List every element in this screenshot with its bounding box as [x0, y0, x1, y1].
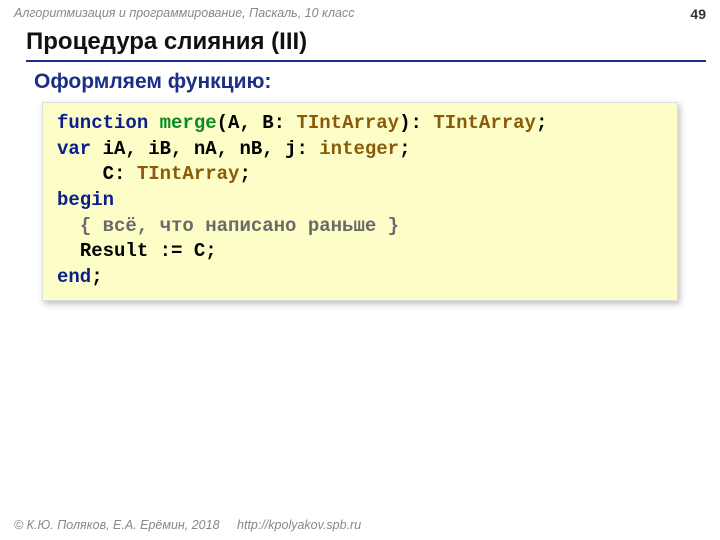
- course-label: Алгоритмизация и программирование, Паска…: [14, 6, 354, 20]
- semi-2: ;: [399, 138, 410, 160]
- code-block: function merge(A, B: TIntArray): TIntArr…: [42, 102, 678, 301]
- kw-end: end: [57, 266, 91, 288]
- slide-subtitle: Оформляем функцию:: [34, 70, 271, 94]
- type-integer: integer: [319, 138, 399, 160]
- kw-var: var: [57, 138, 91, 160]
- page-number: 49: [690, 6, 706, 22]
- type-param: TIntArray: [296, 112, 399, 134]
- var-list: iA, iB, nA, nB, j:: [91, 138, 319, 160]
- footer-link: http://kpolyakov.spb.ru: [237, 518, 361, 532]
- footer-copyright: © К.Ю. Поляков, Е.А. Ерёмин, 2018: [14, 518, 220, 532]
- indent-l5: [57, 215, 80, 237]
- footer: © К.Ю. Поляков, Е.А. Ерёмин, 2018 http:/…: [14, 518, 361, 532]
- var-c: C:: [103, 163, 137, 185]
- semi-end: ;: [91, 266, 102, 288]
- sig-open: (A, B:: [217, 112, 297, 134]
- semi-1: ;: [536, 112, 547, 134]
- semi-3: ;: [239, 163, 250, 185]
- kw-begin: begin: [57, 189, 114, 211]
- header-bar: Алгоритмизация и программирование, Паска…: [14, 6, 706, 22]
- fn-merge: merge: [160, 112, 217, 134]
- sig-close: ):: [399, 112, 433, 134]
- indent-l6: [57, 240, 80, 262]
- type-return: TIntArray: [433, 112, 536, 134]
- slide-title: Процедура слияния (III): [26, 28, 706, 62]
- comment-body: { всё, что написано раньше }: [80, 215, 399, 237]
- stmt-result: Result := C;: [80, 240, 217, 262]
- indent-l3: [57, 163, 103, 185]
- type-c: TIntArray: [137, 163, 240, 185]
- slide: Алгоритмизация и программирование, Паска…: [0, 0, 720, 540]
- kw-function: function: [57, 112, 148, 134]
